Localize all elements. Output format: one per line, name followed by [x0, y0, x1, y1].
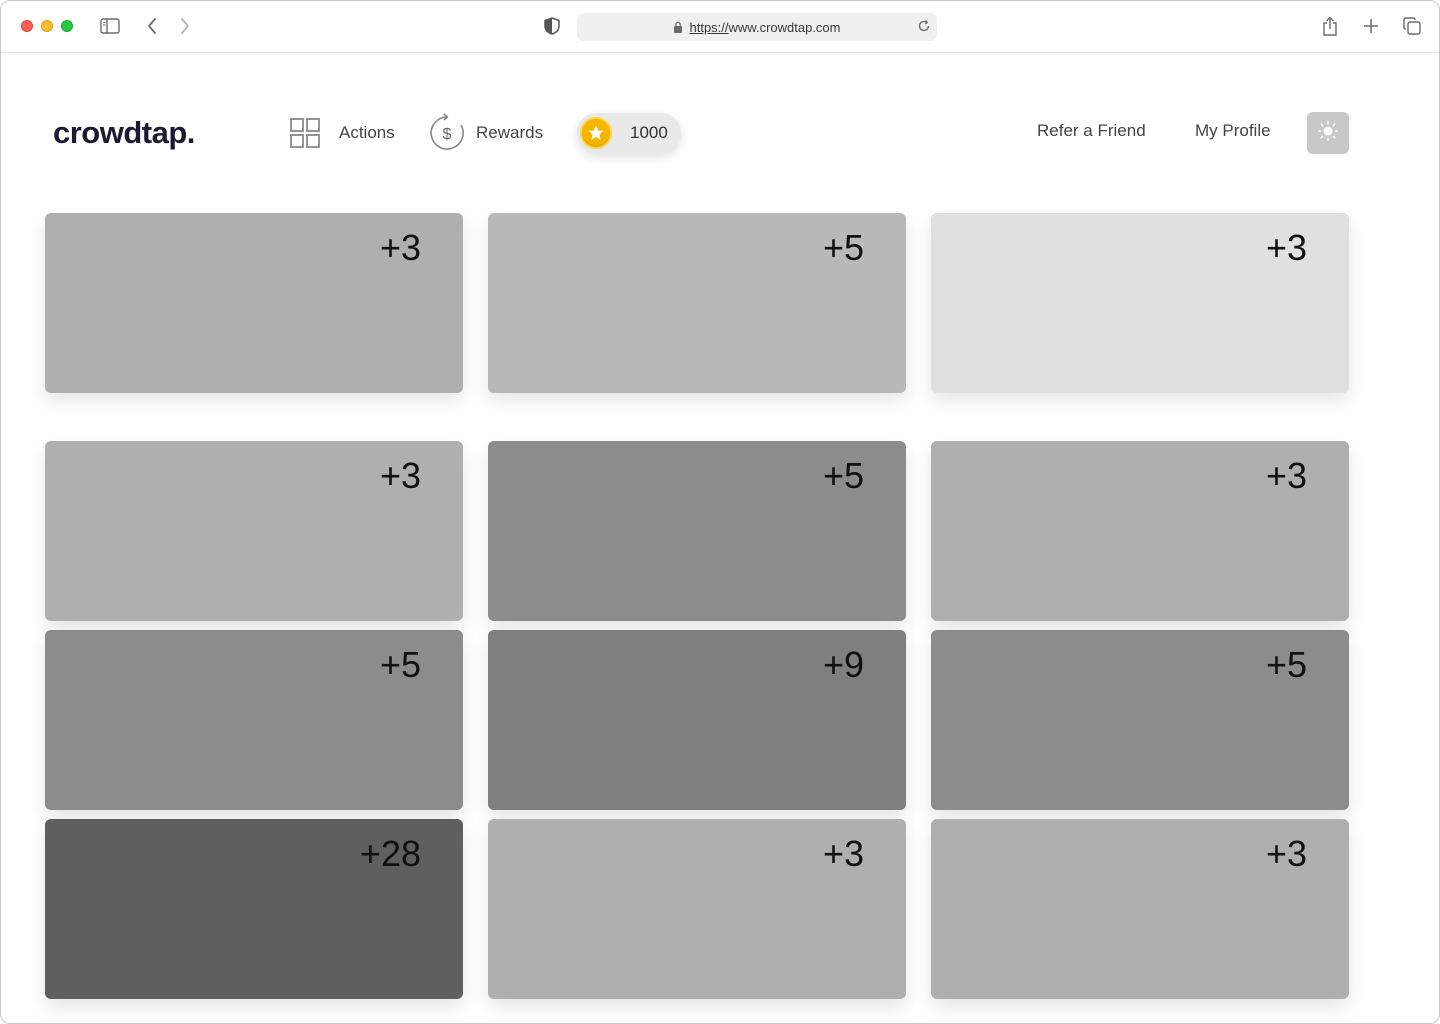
nav-actions[interactable]: Actions — [289, 113, 395, 153]
refer-a-friend-link[interactable]: Refer a Friend — [1037, 121, 1146, 141]
browser-window: https://www.crowdtap.com crowdtap. Actio… — [0, 0, 1440, 1024]
sidebar-toggle-icon[interactable] — [99, 15, 121, 37]
action-card[interactable]: +5 — [488, 213, 906, 393]
lock-icon — [673, 21, 683, 33]
card-points-label: +3 — [1265, 833, 1307, 874]
action-card[interactable]: +5 — [931, 630, 1349, 810]
url-host: www.crowdtap.com — [728, 19, 841, 35]
card-points-label: +3 — [822, 833, 864, 874]
minimize-window-button[interactable] — [41, 20, 53, 32]
close-window-button[interactable] — [21, 20, 33, 32]
reload-icon[interactable] — [917, 19, 931, 36]
privacy-shield-icon[interactable] — [541, 15, 563, 37]
action-card[interactable]: +9 — [488, 630, 906, 810]
forward-icon[interactable] — [174, 15, 196, 37]
dollar-circle-icon: $ — [428, 112, 466, 154]
card-points-label: +28 — [359, 833, 421, 874]
url-scheme: https:// — [689, 19, 729, 35]
tab-overview-icon[interactable] — [1401, 15, 1423, 37]
theme-toggle-button[interactable] — [1307, 112, 1349, 154]
new-tab-icon[interactable] — [1360, 15, 1382, 37]
card-points-label: +5 — [379, 644, 421, 685]
zoom-window-button[interactable] — [61, 20, 73, 32]
card-points-label: +3 — [1265, 455, 1307, 496]
nav-rewards-label: Rewards — [476, 123, 544, 142]
card-points-label: +3 — [379, 455, 421, 496]
my-profile-link[interactable]: My Profile — [1195, 121, 1271, 141]
crowdtap-logo[interactable]: crowdtap. — [53, 115, 195, 151]
action-card[interactable]: +3 — [45, 213, 463, 393]
card-points-label: +9 — [822, 644, 864, 685]
action-card[interactable]: +3 — [931, 441, 1349, 621]
points-balance-pill[interactable]: 1000 — [577, 113, 681, 153]
back-icon[interactable] — [141, 15, 163, 37]
nav-rewards[interactable]: $ Rewards — [428, 113, 543, 153]
action-card[interactable]: +5 — [488, 441, 906, 621]
action-card[interactable]: +5 — [45, 630, 463, 810]
svg-text:$: $ — [443, 126, 452, 143]
card-points-label: +5 — [822, 455, 864, 496]
card-points-label: +3 — [1265, 227, 1307, 268]
action-card[interactable]: +28 — [45, 819, 463, 999]
action-card[interactable]: +3 — [488, 819, 906, 999]
star-coin-icon — [580, 117, 612, 149]
nav-actions-label: Actions — [339, 123, 395, 142]
share-icon[interactable] — [1319, 15, 1341, 37]
action-card[interactable]: +3 — [931, 213, 1349, 393]
browser-toolbar: https://www.crowdtap.com — [1, 1, 1439, 53]
sun-icon — [1317, 120, 1339, 147]
action-card[interactable]: +3 — [931, 819, 1349, 999]
card-points-label: +3 — [379, 227, 421, 268]
card-points-label: +5 — [1265, 644, 1307, 685]
grid-icon — [289, 117, 321, 149]
address-bar[interactable]: https://www.crowdtap.com — [577, 13, 937, 41]
action-card[interactable]: +3 — [45, 441, 463, 621]
points-balance-value: 1000 — [630, 123, 668, 142]
card-points-label: +5 — [822, 227, 864, 268]
